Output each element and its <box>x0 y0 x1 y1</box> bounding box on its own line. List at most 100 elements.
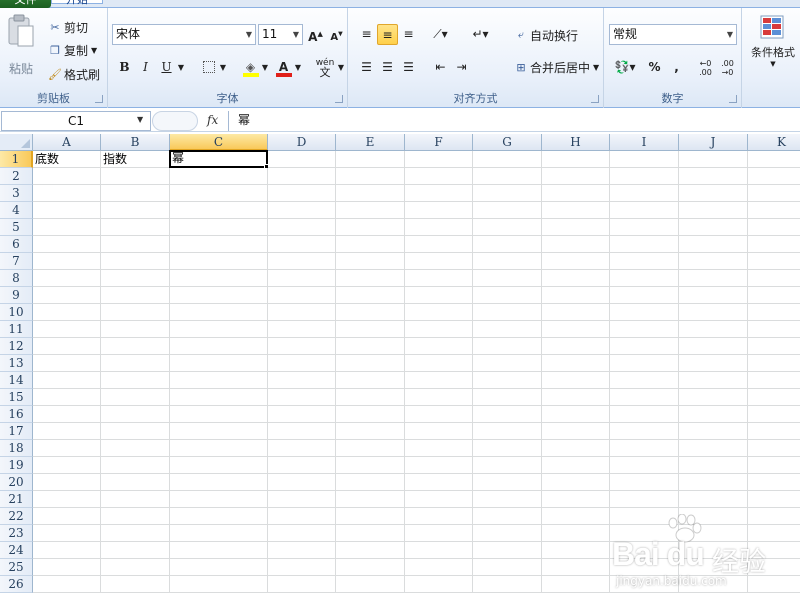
cell-b9[interactable] <box>101 287 170 304</box>
row-header-18[interactable]: 18 <box>0 440 33 457</box>
cell-j15[interactable] <box>679 389 748 406</box>
cell-k9[interactable] <box>748 287 800 304</box>
column-header-i[interactable]: I <box>610 134 679 151</box>
cell-i10[interactable] <box>610 304 679 321</box>
grow-font-button[interactable]: A▲ <box>305 24 326 45</box>
cell-g15[interactable] <box>473 389 542 406</box>
cell-i5[interactable] <box>610 219 679 236</box>
percent-button[interactable]: % <box>644 57 665 78</box>
row-header-3[interactable]: 3 <box>0 185 33 202</box>
cell-b7[interactable] <box>101 253 170 270</box>
borders-button[interactable] <box>198 57 219 78</box>
cell-g6[interactable] <box>473 236 542 253</box>
decrease-decimal-button[interactable]: .00 →0 <box>717 57 738 78</box>
cell-d8[interactable] <box>268 270 336 287</box>
cell-k8[interactable] <box>748 270 800 287</box>
cell-d18[interactable] <box>268 440 336 457</box>
cell-j25[interactable] <box>679 559 748 576</box>
cell-d24[interactable] <box>268 542 336 559</box>
underline-button[interactable]: U <box>156 57 177 78</box>
conditional-format-button[interactable]: 条件格式 ▼ <box>746 14 800 68</box>
cell-h9[interactable] <box>542 287 610 304</box>
cell-h12[interactable] <box>542 338 610 355</box>
cell-j10[interactable] <box>679 304 748 321</box>
cell-b3[interactable] <box>101 185 170 202</box>
cell-c11[interactable] <box>170 321 268 338</box>
cell-a21[interactable] <box>33 491 101 508</box>
cell-c18[interactable] <box>170 440 268 457</box>
cell-h18[interactable] <box>542 440 610 457</box>
row-header-14[interactable]: 14 <box>0 372 33 389</box>
cell-k14[interactable] <box>748 372 800 389</box>
cell-k18[interactable] <box>748 440 800 457</box>
cell-d19[interactable] <box>268 457 336 474</box>
format-painter-button[interactable]: 🖌 格式刷 <box>46 65 100 83</box>
cell-h5[interactable] <box>542 219 610 236</box>
cell-f24[interactable] <box>405 542 473 559</box>
cell-h25[interactable] <box>542 559 610 576</box>
row-header-21[interactable]: 21 <box>0 491 33 508</box>
cell-j5[interactable] <box>679 219 748 236</box>
cell-c12[interactable] <box>170 338 268 355</box>
cell-e2[interactable] <box>336 168 405 185</box>
cell-h7[interactable] <box>542 253 610 270</box>
cell-j18[interactable] <box>679 440 748 457</box>
cell-d9[interactable] <box>268 287 336 304</box>
cell-i1[interactable] <box>610 151 679 168</box>
cell-g13[interactable] <box>473 355 542 372</box>
row-header-9[interactable]: 9 <box>0 287 33 304</box>
cell-b6[interactable] <box>101 236 170 253</box>
cell-g10[interactable] <box>473 304 542 321</box>
cell-i16[interactable] <box>610 406 679 423</box>
cell-b17[interactable] <box>101 423 170 440</box>
cell-g7[interactable] <box>473 253 542 270</box>
cell-e26[interactable] <box>336 576 405 593</box>
cell-h1[interactable] <box>542 151 610 168</box>
cell-h15[interactable] <box>542 389 610 406</box>
cell-k23[interactable] <box>748 525 800 542</box>
cell-g21[interactable] <box>473 491 542 508</box>
row-header-7[interactable]: 7 <box>0 253 33 270</box>
increase-indent-button[interactable]: ⇥ <box>451 57 472 78</box>
cell-a14[interactable] <box>33 372 101 389</box>
cell-c13[interactable] <box>170 355 268 372</box>
cell-e14[interactable] <box>336 372 405 389</box>
cell-j3[interactable] <box>679 185 748 202</box>
cell-c8[interactable] <box>170 270 268 287</box>
orientation-button[interactable]: ⟋▾ <box>430 24 451 45</box>
name-box[interactable]: C1 <box>1 111 151 131</box>
bold-button[interactable]: B <box>114 57 135 78</box>
cell-c19[interactable] <box>170 457 268 474</box>
cell-a26[interactable] <box>33 576 101 593</box>
cell-g9[interactable] <box>473 287 542 304</box>
cell-g4[interactable] <box>473 202 542 219</box>
cell-j21[interactable] <box>679 491 748 508</box>
cell-c24[interactable] <box>170 542 268 559</box>
row-header-6[interactable]: 6 <box>0 236 33 253</box>
borders-dropdown-icon[interactable]: ▼ <box>218 57 228 78</box>
cell-g23[interactable] <box>473 525 542 542</box>
decrease-indent-button[interactable]: ⇤ <box>430 57 451 78</box>
cell-f20[interactable] <box>405 474 473 491</box>
cell-b19[interactable] <box>101 457 170 474</box>
cell-d16[interactable] <box>268 406 336 423</box>
column-header-d[interactable]: D <box>268 134 336 151</box>
cell-e8[interactable] <box>336 270 405 287</box>
cell-a22[interactable] <box>33 508 101 525</box>
fill-color-button[interactable]: ◈ <box>240 57 261 78</box>
cell-c1[interactable]: 幂 <box>169 150 268 168</box>
phonetic-dropdown-icon[interactable]: ▼ <box>336 57 346 78</box>
row-header-19[interactable]: 19 <box>0 457 33 474</box>
column-header-k[interactable]: K <box>748 134 800 151</box>
cell-f18[interactable] <box>405 440 473 457</box>
cell-f15[interactable] <box>405 389 473 406</box>
cell-b13[interactable] <box>101 355 170 372</box>
cell-j8[interactable] <box>679 270 748 287</box>
cell-a6[interactable] <box>33 236 101 253</box>
cell-c16[interactable] <box>170 406 268 423</box>
cell-a9[interactable] <box>33 287 101 304</box>
cell-d7[interactable] <box>268 253 336 270</box>
cell-j9[interactable] <box>679 287 748 304</box>
cell-f19[interactable] <box>405 457 473 474</box>
cell-f21[interactable] <box>405 491 473 508</box>
